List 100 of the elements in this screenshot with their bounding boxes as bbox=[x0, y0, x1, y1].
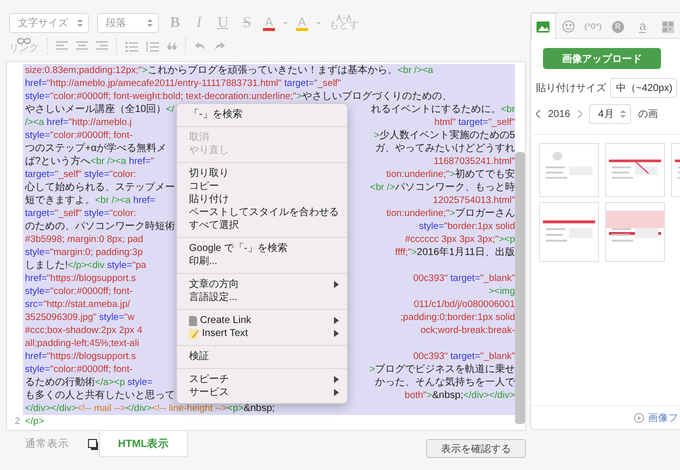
year-label: 2016 bbox=[548, 108, 570, 120]
code-value: "w bbox=[124, 312, 134, 323]
menu-item[interactable]: 印刷... bbox=[177, 255, 347, 268]
upload-button[interactable]: 画像アップロード bbox=[543, 48, 661, 69]
code-text: 短できますよ。 bbox=[25, 195, 95, 206]
code-value: 11687035241.html" bbox=[434, 156, 515, 167]
preview-button[interactable]: 表示を確認する bbox=[426, 439, 526, 458]
menu-item[interactable]: 「-」を検索 bbox=[177, 108, 347, 121]
code-text: のための、パソコンワーク時短術 bbox=[25, 221, 175, 232]
squares-icon bbox=[88, 438, 99, 450]
panel-tab[interactable]: a bbox=[630, 13, 656, 39]
month-select[interactable]: 4月 bbox=[589, 104, 631, 124]
code-value: "_self" bbox=[314, 78, 341, 89]
dropdown[interactable]: 文字サイズ bbox=[9, 13, 89, 33]
align-right-icon bbox=[96, 40, 108, 52]
view-tab[interactable]: HTML表示 bbox=[99, 431, 188, 457]
code-attribute: style= bbox=[25, 286, 50, 297]
menu-item[interactable]: 切り取り bbox=[177, 167, 347, 180]
code-tag: </div></div> bbox=[25, 403, 77, 414]
code-value: "https://blogsupport.s bbox=[46, 351, 136, 362]
code-value: html" bbox=[434, 117, 456, 128]
code-value: "_self" bbox=[54, 208, 82, 219]
code-value: "http://ameblo.j bbox=[68, 117, 132, 128]
menu-item[interactable]: すべて選択 bbox=[177, 219, 347, 232]
code-tag: <br /> bbox=[370, 182, 395, 193]
menu-item[interactable]: サービス bbox=[177, 386, 347, 399]
code-value: ffff;" bbox=[395, 247, 412, 258]
menu-item[interactable]: コピー bbox=[177, 180, 347, 193]
menu-label: 文章の方向 bbox=[189, 278, 239, 291]
code-tag: <br /><a bbox=[95, 195, 134, 206]
badge-label: R bbox=[612, 20, 624, 32]
code-tag: ><img bbox=[488, 286, 515, 297]
code-comment: <!-- mail --> bbox=[76, 403, 126, 414]
menu-label: 「-」を検索 bbox=[189, 108, 242, 121]
previous-icon bbox=[536, 110, 541, 118]
menu-label: 印刷... bbox=[189, 255, 218, 268]
code-value: "_blank" bbox=[480, 273, 515, 284]
code-text: ブロガーさん bbox=[455, 208, 515, 219]
menu-item[interactable]: 言語設定... bbox=[177, 291, 347, 304]
grid-icon bbox=[662, 20, 674, 32]
code-text: ば?という方へ bbox=[25, 156, 91, 167]
code-tag: > bbox=[374, 130, 380, 141]
redo-icon bbox=[214, 41, 226, 51]
menu-item[interactable]: 貼り付け bbox=[177, 193, 347, 206]
code-tag: > bbox=[296, 91, 302, 102]
menu-label: やり直し bbox=[189, 144, 229, 157]
code-text: やさしいメール講座（全10回） bbox=[25, 104, 166, 115]
code-text: これからブログを頑張っていきたい！まずは基本から。 bbox=[148, 65, 398, 76]
code-attribute: style= bbox=[83, 208, 110, 219]
code-tag: > bbox=[426, 390, 432, 401]
align-left-icon bbox=[56, 40, 68, 52]
code-attribute: href= bbox=[25, 351, 47, 362]
code-tag: </ bbox=[166, 104, 174, 115]
menu-label: 切り取り bbox=[189, 167, 229, 180]
panel-tab[interactable] bbox=[531, 13, 556, 39]
code-value: ;padding:0;border:1px solid bbox=[400, 312, 515, 323]
menu-label: 貼り付け bbox=[189, 193, 229, 206]
code-text: &nbsp; bbox=[244, 403, 275, 414]
code-text: パソコンワーク、もっと時 bbox=[395, 182, 515, 193]
caret-icon bbox=[316, 22, 322, 24]
code-attribute: src= bbox=[25, 299, 44, 310]
menu-label: スピーチ bbox=[189, 373, 229, 386]
code-value: "border:1px solid bbox=[444, 221, 515, 232]
code-text: るための行動術 bbox=[25, 377, 95, 388]
size-select[interactable]: 中（~420px) bbox=[610, 78, 678, 98]
code-tag: </a><p bbox=[95, 377, 128, 388]
stepper-icon bbox=[77, 18, 83, 28]
menu-item[interactable]: スピーチ bbox=[177, 373, 347, 386]
menu-item[interactable]: 文章の方向 bbox=[177, 278, 347, 291]
code-attribute: href= bbox=[133, 195, 156, 206]
menu-item[interactable]: Insert Text bbox=[177, 327, 347, 340]
code-attribute: target= bbox=[457, 117, 488, 128]
menu-item[interactable]: 検証 bbox=[177, 350, 347, 363]
panel-tab[interactable]: R bbox=[605, 13, 630, 39]
menu-item[interactable]: Create Link bbox=[177, 314, 347, 327]
code-value: #ccc;box-shadow:2px 2px 4 bbox=[25, 325, 142, 336]
code-text: も多くの人と共有したいと思って bbox=[25, 390, 175, 401]
code-value: 011/c1/bd/j/o080006001 bbox=[414, 299, 515, 310]
code-text: つのステップ+αが学べる無料メ bbox=[25, 143, 167, 154]
menu-label: 取消 bbox=[189, 131, 209, 144]
code-attribute: target= bbox=[449, 273, 480, 284]
menu-label: Create Link bbox=[200, 314, 252, 327]
dropdown[interactable]: 段落 bbox=[97, 13, 159, 33]
panel-tab[interactable]: (^0^) bbox=[580, 13, 606, 39]
undo-icon bbox=[194, 41, 206, 51]
align-center-icon bbox=[76, 40, 88, 52]
view-tab[interactable]: 通常表示 bbox=[6, 431, 88, 457]
image-folder-link[interactable]: 画像フ bbox=[648, 410, 678, 424]
code-value: "color:#0000ff; font- bbox=[50, 286, 133, 297]
document-icon bbox=[189, 316, 197, 326]
code-attribute: href= bbox=[25, 78, 47, 89]
code-comment: <!-- line-height --> bbox=[152, 403, 228, 414]
code-value: "_blank" bbox=[480, 351, 515, 362]
menu-item[interactable]: Google で「-」を検索 bbox=[177, 242, 347, 255]
code-attribute: style= bbox=[98, 312, 124, 323]
code-editor[interactable] bbox=[6, 61, 526, 431]
code-value: "color: bbox=[109, 169, 136, 180]
code-tag: ><p bbox=[498, 234, 515, 245]
code-tag: > bbox=[369, 364, 375, 375]
bullet-list-icon bbox=[125, 40, 138, 52]
